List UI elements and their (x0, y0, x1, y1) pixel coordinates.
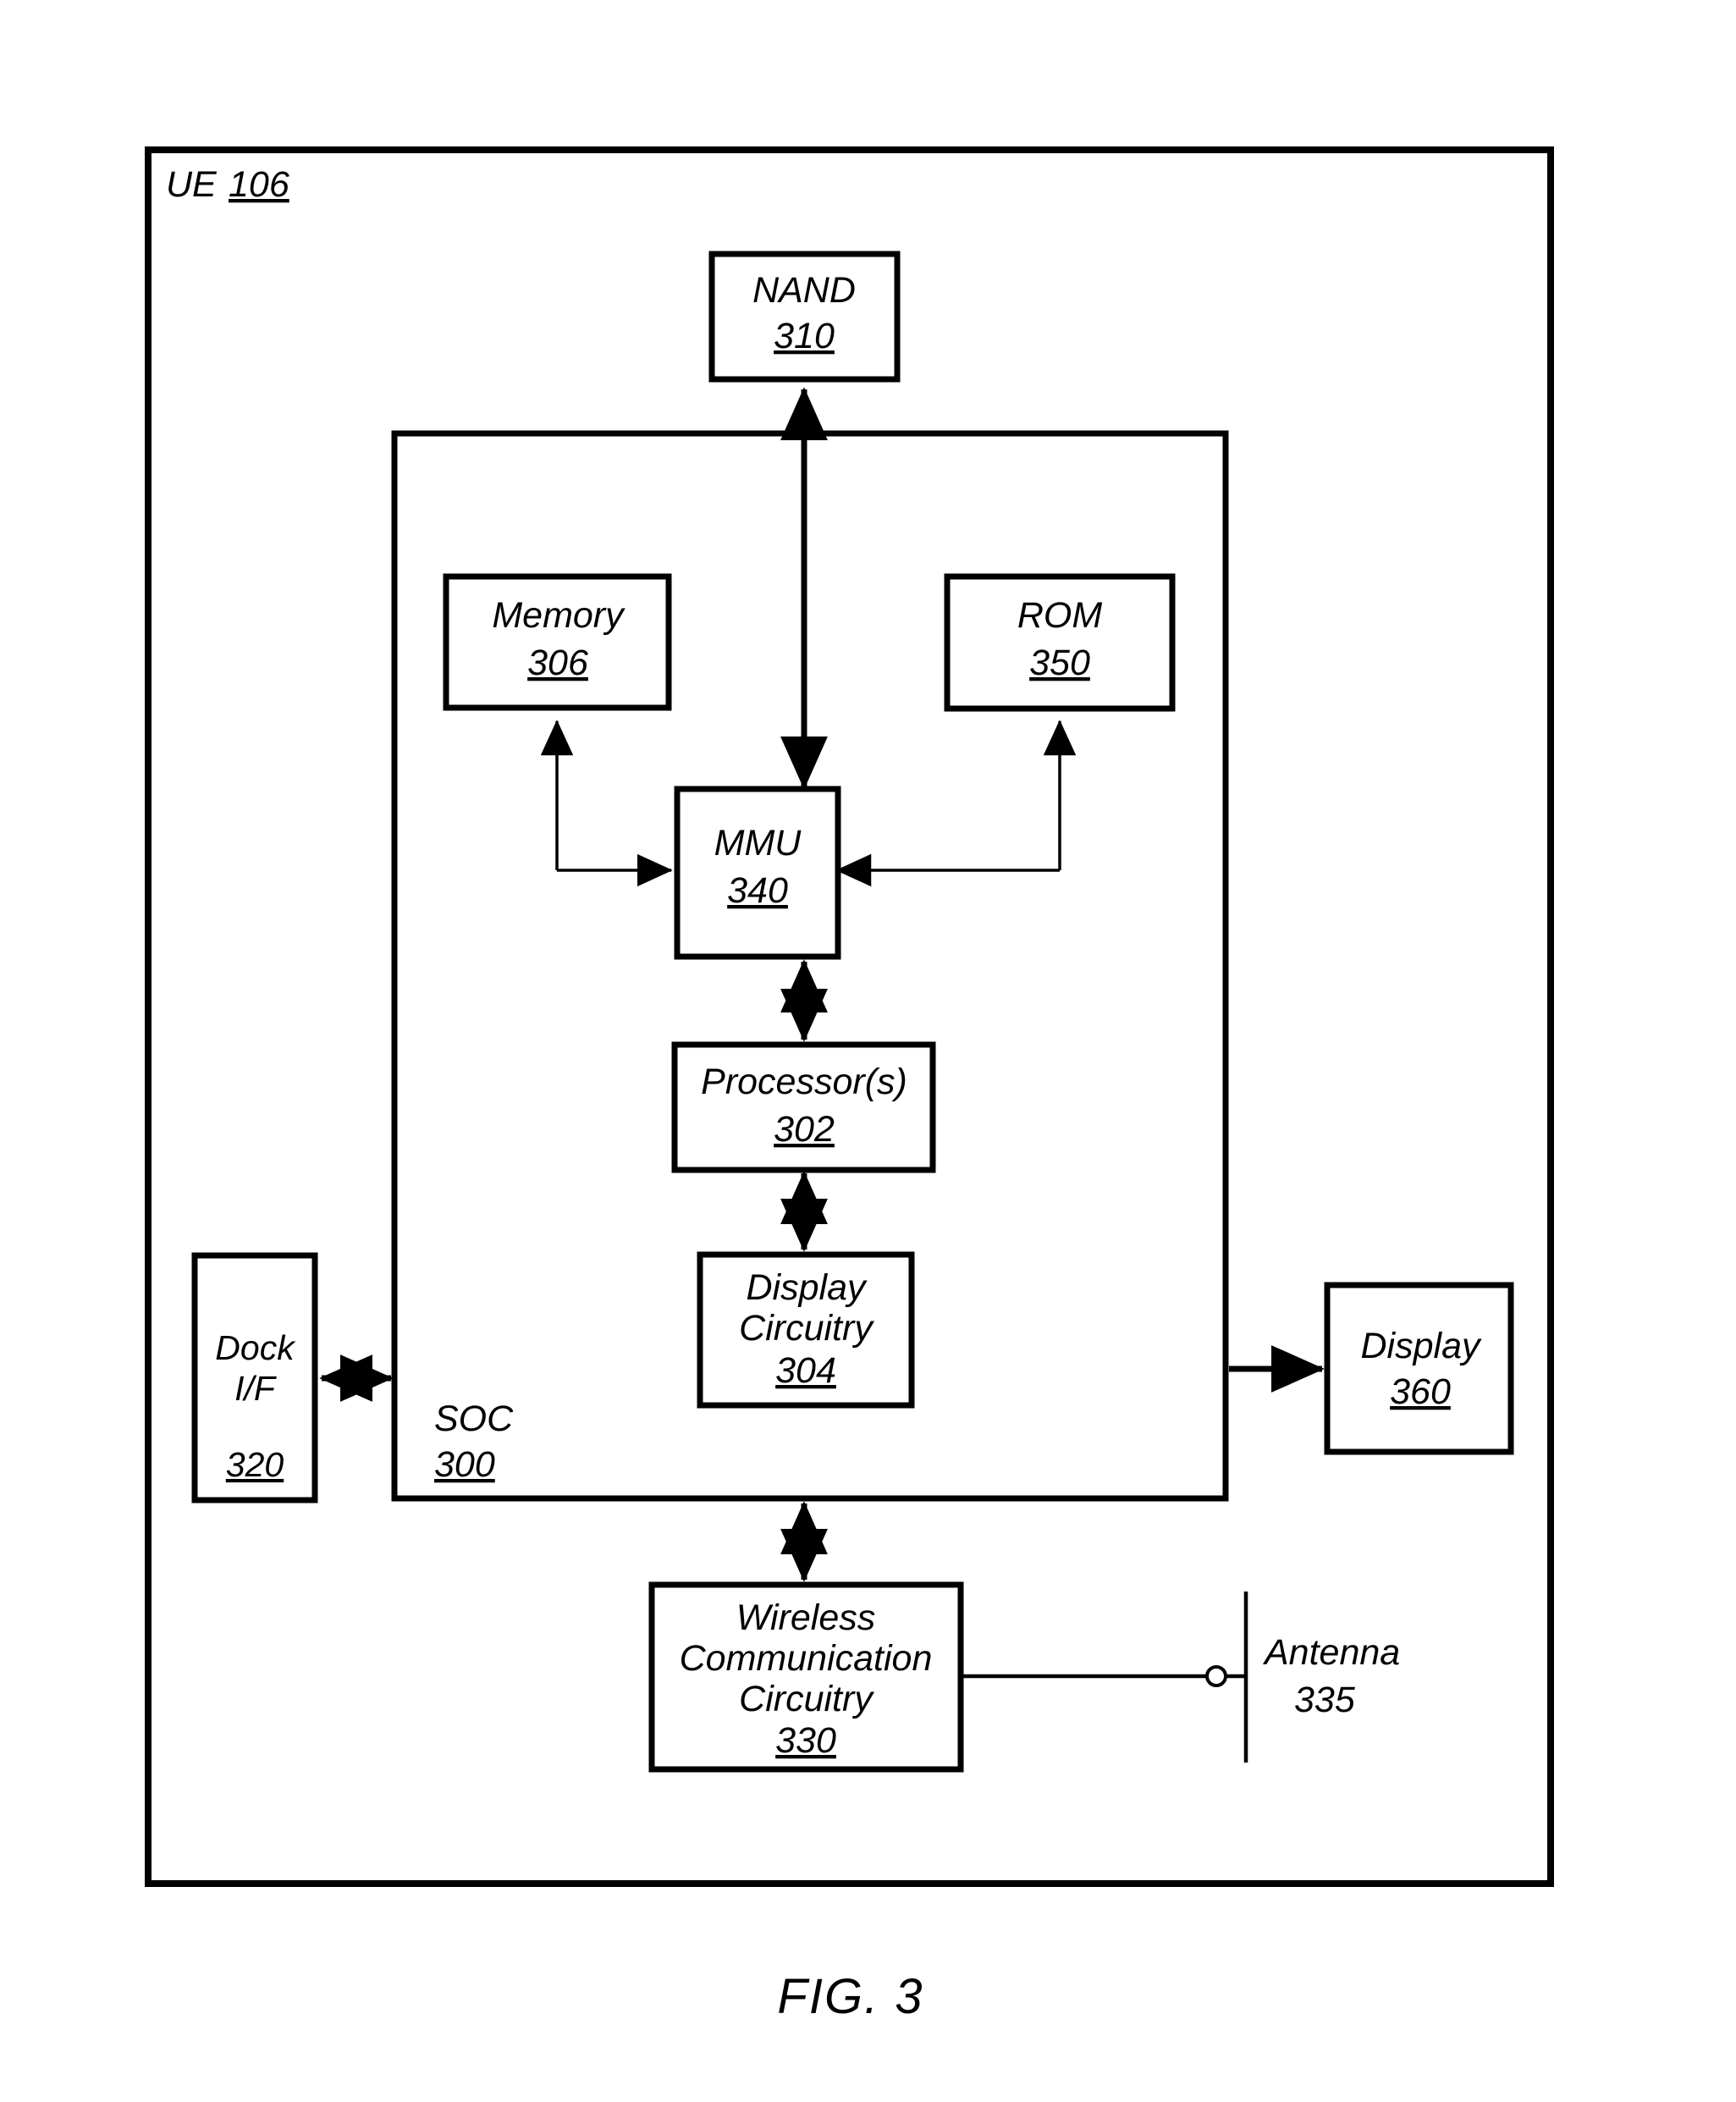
soc-label: SOC (434, 1399, 514, 1439)
patent-figure: NAND 310 Memory 306 ROM 350 MMU 340 Proc… (0, 0, 1736, 2102)
figure-caption: FIG. 3 (777, 1969, 923, 2024)
block-dock-if-label-1: Dock (215, 1328, 296, 1367)
antenna-ref: 335 (1294, 1680, 1356, 1720)
block-processors-label: Processor(s) (701, 1062, 907, 1102)
block-nand-ref: 310 (774, 316, 835, 356)
ue-ref: 106 (229, 164, 289, 205)
block-wireless-label-3: Circuitry (739, 1679, 874, 1719)
block-nand-label: NAND (752, 270, 856, 311)
block-diagram: NAND 310 Memory 306 ROM 350 MMU 340 Proc… (145, 146, 1554, 2024)
block-display-circuitry-ref: 304 (775, 1350, 836, 1391)
block-processors-ref: 302 (774, 1109, 835, 1150)
block-dock-if-ref: 320 (226, 1445, 284, 1484)
block-memory-label: Memory (492, 595, 626, 636)
block-rom-label: ROM (1017, 595, 1103, 636)
block-dock-if-label-2: I/F (234, 1369, 277, 1408)
block-display-ref: 360 (1390, 1371, 1451, 1412)
block-wireless-label-2: Communication (680, 1638, 933, 1679)
ue-label: UE (166, 164, 218, 205)
block-display-circuitry-label-1: Display (747, 1267, 868, 1308)
soc-ref: 300 (434, 1444, 495, 1485)
block-display-circuitry-label-2: Circuitry (739, 1308, 874, 1349)
block-wireless-label-1: Wireless (736, 1597, 875, 1638)
antenna-label: Antenna (1262, 1632, 1400, 1673)
block-rom-ref: 350 (1029, 643, 1090, 683)
block-mmu-ref: 340 (727, 870, 788, 911)
block-wireless-ref: 330 (775, 1720, 836, 1761)
block-display-label: Display (1361, 1326, 1482, 1366)
block-mmu-label: MMU (714, 823, 802, 863)
block-memory-ref: 306 (527, 643, 588, 683)
antenna-connector-dot (1205, 1665, 1227, 1687)
